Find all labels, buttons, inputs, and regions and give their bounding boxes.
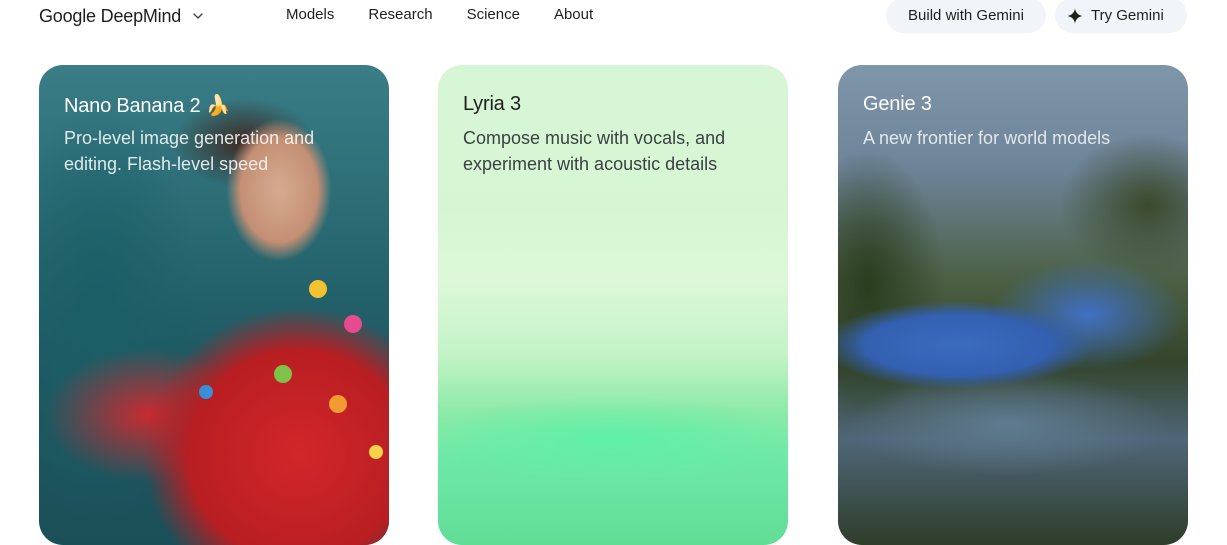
try-gemini-button[interactable]: Try Gemini — [1055, 0, 1187, 33]
nav-research[interactable]: Research — [368, 6, 432, 23]
flower-decoration — [199, 385, 213, 399]
flower-decoration — [344, 315, 362, 333]
flower-decoration — [369, 445, 383, 459]
flower-decoration — [274, 365, 292, 383]
brand-menu[interactable]: Google DeepMind — [39, 4, 205, 28]
flower-decoration — [329, 395, 347, 413]
chevron-down-icon — [191, 9, 205, 23]
nav-models[interactable]: Models — [286, 6, 334, 23]
nav-about[interactable]: About — [554, 6, 593, 23]
flower-decoration — [309, 280, 327, 298]
card-description: Compose music with vocals, and experimen… — [463, 128, 726, 174]
card-title: Genie 3 — [863, 93, 932, 115]
nav-science[interactable]: Science — [467, 6, 520, 23]
card-title: Lyria 3 — [463, 93, 521, 115]
card-genie[interactable]: Genie 3 A new frontier for world models — [838, 65, 1188, 545]
build-with-gemini-label: Build with Gemini — [908, 7, 1024, 24]
build-with-gemini-button[interactable]: Build with Gemini — [886, 0, 1046, 33]
card-description: Pro-level image generation and editing. … — [64, 128, 315, 174]
brand-logo: Google DeepMind — [39, 5, 182, 26]
card-lyria[interactable]: Lyria 3 Compose music with vocals, and e… — [438, 65, 788, 545]
card-nano-banana[interactable]: Nano Banana 2 🍌 Pro-level image generati… — [39, 65, 389, 545]
sparkle-icon — [1067, 8, 1083, 24]
main-nav: Models Research Science About — [286, 6, 593, 23]
try-gemini-label: Try Gemini — [1091, 7, 1164, 24]
card-description: A new frontier for world models — [863, 128, 1111, 148]
top-navigation: Google DeepMind Models Research Science … — [0, 0, 1227, 36]
card-title: Nano Banana 2 🍌 — [64, 95, 231, 117]
